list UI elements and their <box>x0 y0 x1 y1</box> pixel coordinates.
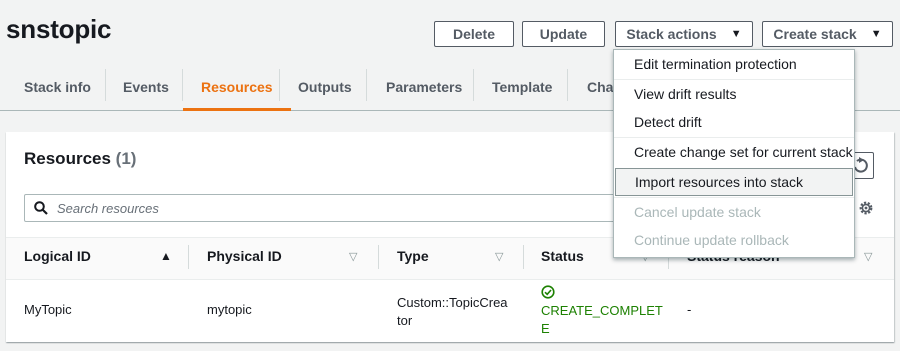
caret-down-icon: ▼ <box>870 28 882 40</box>
stack-actions-menu: Edit termination protection View drift r… <box>613 49 855 258</box>
resources-title: Resources <box>24 149 111 168</box>
tab-outputs[interactable]: Outputs <box>298 64 352 110</box>
resources-count: (1) <box>115 149 137 168</box>
col-status[interactable]: Status <box>541 248 584 264</box>
tab-parameters[interactable]: Parameters <box>386 64 462 110</box>
page-title: snstopic <box>6 14 112 44</box>
tab-resources[interactable]: Resources <box>183 64 291 111</box>
column-divider <box>378 245 379 269</box>
resources-heading: Resources (1) <box>24 149 136 169</box>
tab-template[interactable]: Template <box>492 64 552 110</box>
tab-divider <box>182 69 183 101</box>
tab-divider <box>473 69 474 101</box>
success-check-icon <box>541 285 555 299</box>
menu-item-edit-termination-protection[interactable]: Edit termination protection <box>615 50 853 78</box>
gear-icon[interactable] <box>857 199 875 217</box>
cell-status-line: E <box>541 321 550 336</box>
sort-ascending-icon[interactable]: ▲ <box>160 249 172 263</box>
tab-divider <box>366 69 367 101</box>
create-stack-button[interactable]: Create stack ▼ <box>762 21 893 47</box>
delete-button[interactable]: Delete <box>434 21 514 47</box>
menu-item-import-resources[interactable]: Import resources into stack <box>615 168 853 196</box>
menu-item-view-drift-results[interactable]: View drift results <box>615 80 853 108</box>
cell-logical-id: MyTopic <box>24 302 72 317</box>
stack-actions-label: Stack actions <box>626 26 717 42</box>
tab-divider <box>567 69 568 101</box>
tab-divider <box>105 69 106 101</box>
caret-down-icon: ▼ <box>730 28 742 40</box>
cell-physical-id: mytopic <box>207 302 252 317</box>
menu-item-create-change-set[interactable]: Create change set for current stack <box>615 138 853 166</box>
cell-type-line: Custom::TopicCrea <box>397 295 508 310</box>
cell-status-line: CREATE_COMPLET <box>541 303 663 318</box>
menu-item-continue-update-rollback: Continue update rollback <box>634 232 789 248</box>
tab-stack-info[interactable]: Stack info <box>24 64 91 110</box>
search-icon <box>34 201 48 215</box>
sort-icon[interactable]: ▽ <box>864 250 872 263</box>
column-divider <box>523 245 524 269</box>
sort-icon[interactable]: ▽ <box>349 250 357 263</box>
cell-status-reason: - <box>687 302 692 317</box>
column-divider <box>188 245 189 269</box>
create-stack-label: Create stack <box>773 26 857 42</box>
search-input[interactable] <box>55 200 619 217</box>
update-button[interactable]: Update <box>522 21 605 47</box>
cell-type-line: tor <box>397 313 413 328</box>
cell-type: Custom::TopicCrea tor <box>397 294 508 330</box>
search-field[interactable] <box>24 194 664 222</box>
col-type[interactable]: Type <box>397 248 429 264</box>
col-physical-id[interactable]: Physical ID <box>207 248 282 264</box>
menu-item-cancel-update-stack: Cancel update stack <box>634 204 761 220</box>
tab-divider <box>279 69 280 101</box>
menu-item-detect-drift[interactable]: Detect drift <box>615 108 853 136</box>
stack-actions-button[interactable]: Stack actions ▼ <box>615 21 753 47</box>
tab-events[interactable]: Events <box>123 64 169 110</box>
col-logical-id[interactable]: Logical ID <box>24 248 91 264</box>
cell-status: CREATE_COMPLET E <box>541 302 663 338</box>
sort-icon[interactable]: ▽ <box>495 250 503 263</box>
